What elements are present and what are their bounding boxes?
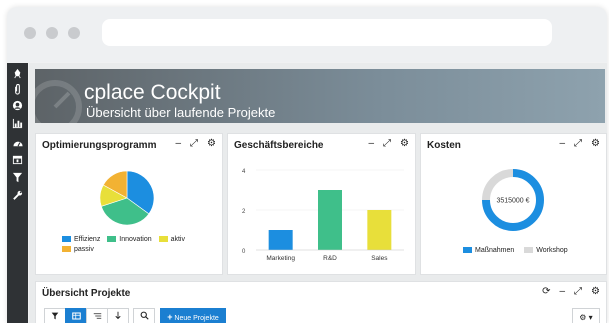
legend: Effizienz Innovation aktiv bbox=[62, 236, 185, 243]
table-icon bbox=[71, 312, 81, 320]
window-dot[interactable] bbox=[68, 27, 80, 39]
window-dot[interactable] bbox=[24, 27, 36, 39]
panel-optimierungsprogramm: Optimierungsprogramm –⤢⚙ Effizienz Innov… bbox=[35, 133, 223, 275]
user-circle-icon[interactable] bbox=[10, 100, 25, 112]
address-bar[interactable] bbox=[102, 19, 552, 46]
panel-title: Geschäftsbereiche bbox=[234, 140, 324, 151]
legend-item: passiv bbox=[62, 246, 94, 253]
legend-item: Maßnahmen bbox=[463, 247, 514, 254]
bar[interactable] bbox=[367, 210, 392, 250]
header-banner: cplace Cockpit Übersicht über laufende P… bbox=[35, 69, 605, 123]
panel-controls: –⤢⚙ bbox=[368, 138, 409, 149]
pie-chart bbox=[99, 170, 155, 226]
bar[interactable] bbox=[268, 230, 293, 250]
gear-icon[interactable]: ⚙ bbox=[400, 138, 409, 149]
donut-center-label: 3515000 € bbox=[496, 198, 529, 205]
y-tick-label: 2 bbox=[242, 209, 246, 215]
browser-chrome bbox=[7, 7, 607, 62]
filter-icon bbox=[51, 312, 59, 320]
legend-item: Workshop bbox=[524, 247, 568, 254]
legend-item: aktiv bbox=[158, 236, 185, 243]
sidebar bbox=[7, 63, 28, 323]
window-dot[interactable] bbox=[46, 27, 58, 39]
main-content: cplace Cockpit Übersicht über laufende P… bbox=[29, 63, 607, 323]
gauge-watermark-icon bbox=[35, 80, 82, 123]
gear-icon[interactable]: ⚙ bbox=[207, 138, 216, 149]
minimize-icon[interactable]: – bbox=[175, 138, 190, 149]
paperclip-icon[interactable] bbox=[10, 83, 25, 96]
panel-controls: ⟳–⤢⚙ bbox=[542, 286, 600, 297]
wrench-icon[interactable] bbox=[10, 190, 25, 202]
y-tick-label: 4 bbox=[242, 169, 246, 175]
panel-controls: –⤢⚙ bbox=[175, 138, 216, 149]
panel-kosten: Kosten –⤢⚙ 3515000 € Maßnahmen Workshop bbox=[420, 133, 607, 275]
refresh-icon[interactable]: ⟳ bbox=[542, 286, 559, 297]
bar-chart: 0 2 4 Marketing R&D Sales bbox=[242, 169, 404, 262]
minimize-icon[interactable]: – bbox=[559, 286, 574, 297]
x-tick-label: Marketing bbox=[266, 255, 295, 262]
filter-icon[interactable] bbox=[10, 172, 25, 184]
y-tick-label: 0 bbox=[242, 249, 246, 255]
donut-segment[interactable] bbox=[482, 169, 514, 201]
expand-icon[interactable]: ⤢ bbox=[383, 138, 400, 149]
x-tick-label: R&D bbox=[323, 255, 337, 262]
x-tick-label: Sales bbox=[371, 255, 388, 262]
expand-icon[interactable]: ⤢ bbox=[190, 138, 207, 149]
dashboard-icon[interactable] bbox=[10, 138, 25, 150]
panel-title: Optimierungsprogramm bbox=[42, 140, 157, 151]
search-icon bbox=[140, 311, 149, 320]
expand-icon[interactable]: ⤢ bbox=[574, 286, 591, 297]
list-icon bbox=[93, 313, 101, 319]
rocket-icon[interactable] bbox=[10, 68, 25, 80]
panel-title: Übersicht Projekte bbox=[42, 288, 131, 299]
bar[interactable] bbox=[318, 190, 342, 250]
calendar-icon[interactable] bbox=[10, 154, 25, 166]
legend: passiv bbox=[62, 246, 94, 253]
legend: Maßnahmen Workshop bbox=[463, 247, 568, 254]
donut-chart: 3515000 € bbox=[482, 169, 544, 231]
sort-icon bbox=[115, 311, 121, 320]
page-title: cplace Cockpit bbox=[84, 81, 221, 104]
browser-window: cplace Cockpit Übersicht über laufende P… bbox=[7, 7, 607, 323]
panel-controls: –⤢⚙ bbox=[559, 138, 600, 149]
legend-item: Effizienz bbox=[62, 236, 100, 243]
minimize-icon[interactable]: – bbox=[559, 138, 574, 149]
minimize-icon[interactable]: – bbox=[368, 138, 383, 149]
page-subtitle: Übersicht über laufende Projekte bbox=[86, 105, 276, 120]
panel-title: Kosten bbox=[427, 140, 461, 151]
expand-icon[interactable]: ⤢ bbox=[574, 138, 591, 149]
legend-item: Innovation bbox=[107, 236, 152, 243]
bar-chart-icon[interactable] bbox=[10, 118, 25, 130]
panel-uebersicht-projekte: Übersicht Projekte ⟳–⤢⚙ + Neue Projekte bbox=[35, 281, 607, 323]
gear-icon[interactable]: ⚙ bbox=[591, 286, 600, 297]
panel-geschaeftsbereiche: Geschäftsbereiche –⤢⚙ 0 2 4 Marketing R&D Sal… bbox=[227, 133, 416, 275]
gear-icon[interactable]: ⚙ bbox=[591, 138, 600, 149]
